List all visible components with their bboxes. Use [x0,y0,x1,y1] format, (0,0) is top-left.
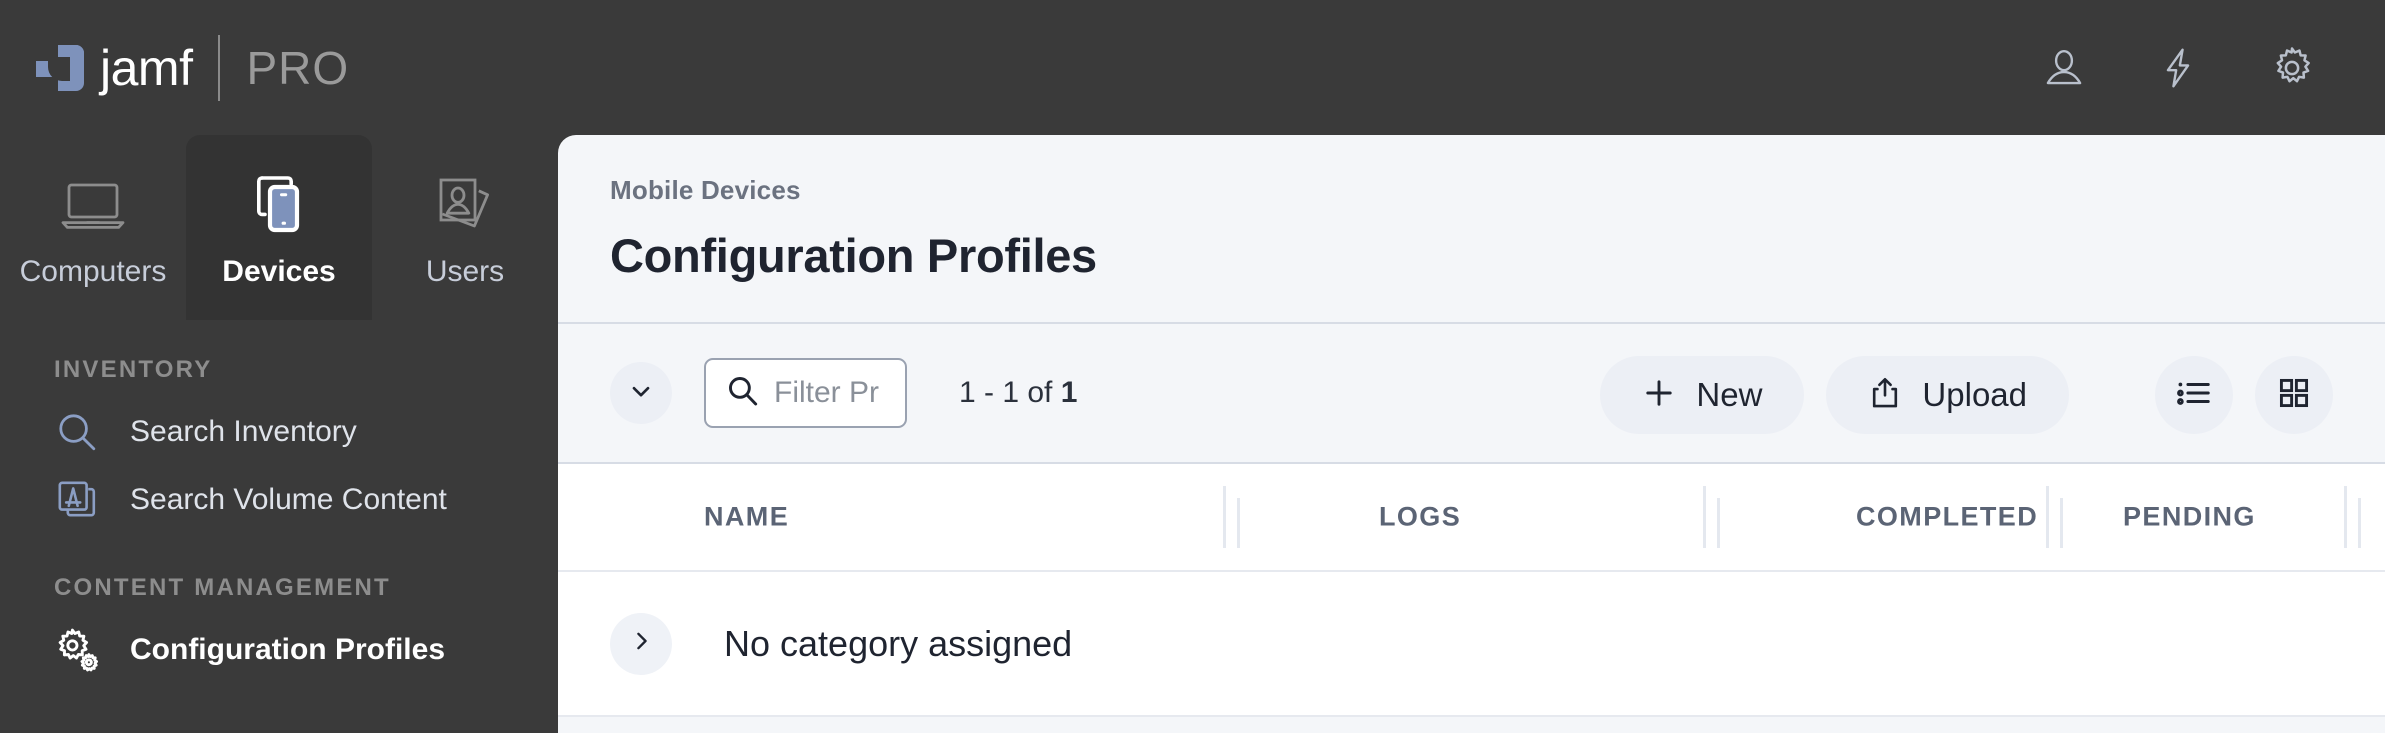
primary-tabs: Computers Devices Users [0,135,558,320]
tab-label-devices: Devices [222,255,336,288]
toolbar: Filter Pr 1 - 1 of 1 New Upload [558,322,2385,464]
table-row[interactable]: No category assigned [558,572,2385,717]
upload-button-label: Upload [1922,376,2027,413]
user-icon[interactable] [2041,45,2087,91]
page-title: Configuration Profiles [610,229,1097,282]
sidebar-group-content-management: CONTENT MANAGEMENT [54,574,391,601]
page-header: Mobile Devices Configuration Profiles [558,135,2385,322]
expand-row-button[interactable] [610,612,672,675]
sidebar-group-inventory: INVENTORY [54,356,213,383]
tab-devices[interactable]: Devices [186,135,372,320]
column-header-pending[interactable]: PENDING [2123,502,2256,533]
result-count: 1 - 1 of 1 [959,376,1077,410]
upload-button[interactable]: Upload [1826,356,2069,434]
laptop-icon [59,163,127,247]
jamf-logo-icon [36,44,84,91]
brand-divider [218,34,221,101]
profiles-table: NAME LOGS COMPLETED PENDING FAILED SCOPE [558,464,2385,717]
sidebar-label-configuration-profiles: Configuration Profiles [130,633,445,666]
chevron-right-icon [628,628,654,659]
content-panel: Mobile Devices Configuration Profiles Fi… [558,135,2385,733]
column-header-name[interactable]: NAME [704,502,789,533]
gears-icon [54,627,100,673]
tab-label-computers: Computers [19,255,167,288]
bolt-icon[interactable] [2155,45,2201,91]
brand-logo[interactable]: jamf PRO [36,34,350,101]
magnifier-icon [54,409,100,455]
mobile-device-icon [248,163,310,247]
grid-view-icon [2277,376,2311,415]
search-icon [726,374,760,413]
list-view-icon [2175,376,2213,415]
app-store-icon [54,477,100,523]
table-header-row: NAME LOGS COMPLETED PENDING FAILED SCOPE [558,464,2385,572]
column-header-completed[interactable]: COMPLETED [1856,502,2038,533]
tab-label-users: Users [425,255,505,288]
sidebar-item-search-inventory[interactable]: Search Inventory [0,398,558,466]
users-card-icon [432,163,498,247]
collapse-all-button[interactable] [610,362,672,424]
app-root: jamf PRO Computers Devices Users INVENTO… [0,0,2385,733]
tab-computers[interactable]: Computers [0,135,186,320]
sidebar: INVENTORY Search Inventory Search Volume [0,320,558,733]
sidebar-item-search-volume-content[interactable]: Search Volume Content [0,466,558,534]
result-count-range: 1 - 1 of [959,376,1061,409]
top-bar-actions [2041,0,2315,135]
row-category-name: No category assigned [724,622,1073,664]
result-count-total: 1 [1060,376,1078,409]
column-header-logs[interactable]: LOGS [1379,502,1461,533]
top-bar: jamf PRO [0,0,2385,135]
filter-placeholder-text: Filter Pr [774,376,879,409]
plus-icon [1642,376,1676,415]
new-button[interactable]: New [1600,356,1805,434]
grid-view-button[interactable] [2255,356,2333,434]
upload-icon [1868,375,1902,416]
gear-icon[interactable] [2269,45,2315,91]
chevron-down-icon [627,377,655,410]
sidebar-label-search-inventory: Search Inventory [130,415,357,448]
tab-users[interactable]: Users [372,135,558,320]
list-view-button[interactable] [2155,356,2233,434]
filter-input[interactable]: Filter Pr [704,358,907,428]
sidebar-item-configuration-profiles[interactable]: Configuration Profiles [0,616,558,684]
breadcrumb[interactable]: Mobile Devices [610,175,2385,206]
toolbar-actions: New Upload [1600,324,2333,466]
new-button-label: New [1696,376,1763,413]
brand-product: PRO [246,41,350,94]
brand-name: jamf [100,39,193,96]
sidebar-label-search-volume-content: Search Volume Content [130,483,447,516]
